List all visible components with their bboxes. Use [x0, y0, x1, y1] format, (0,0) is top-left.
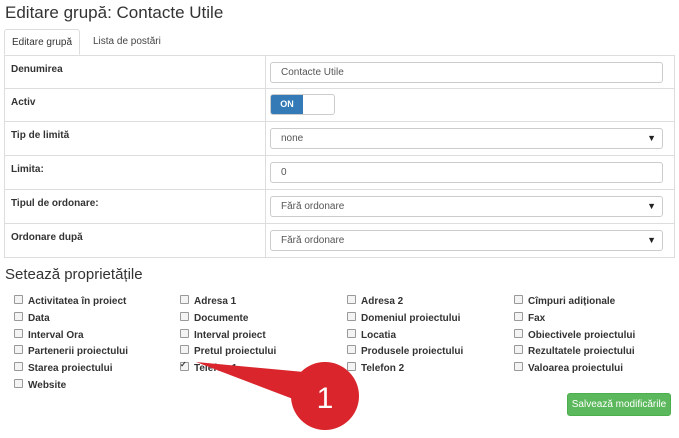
callout-annotation: 1: [196, 362, 359, 430]
callout-number: 1: [317, 382, 334, 415]
